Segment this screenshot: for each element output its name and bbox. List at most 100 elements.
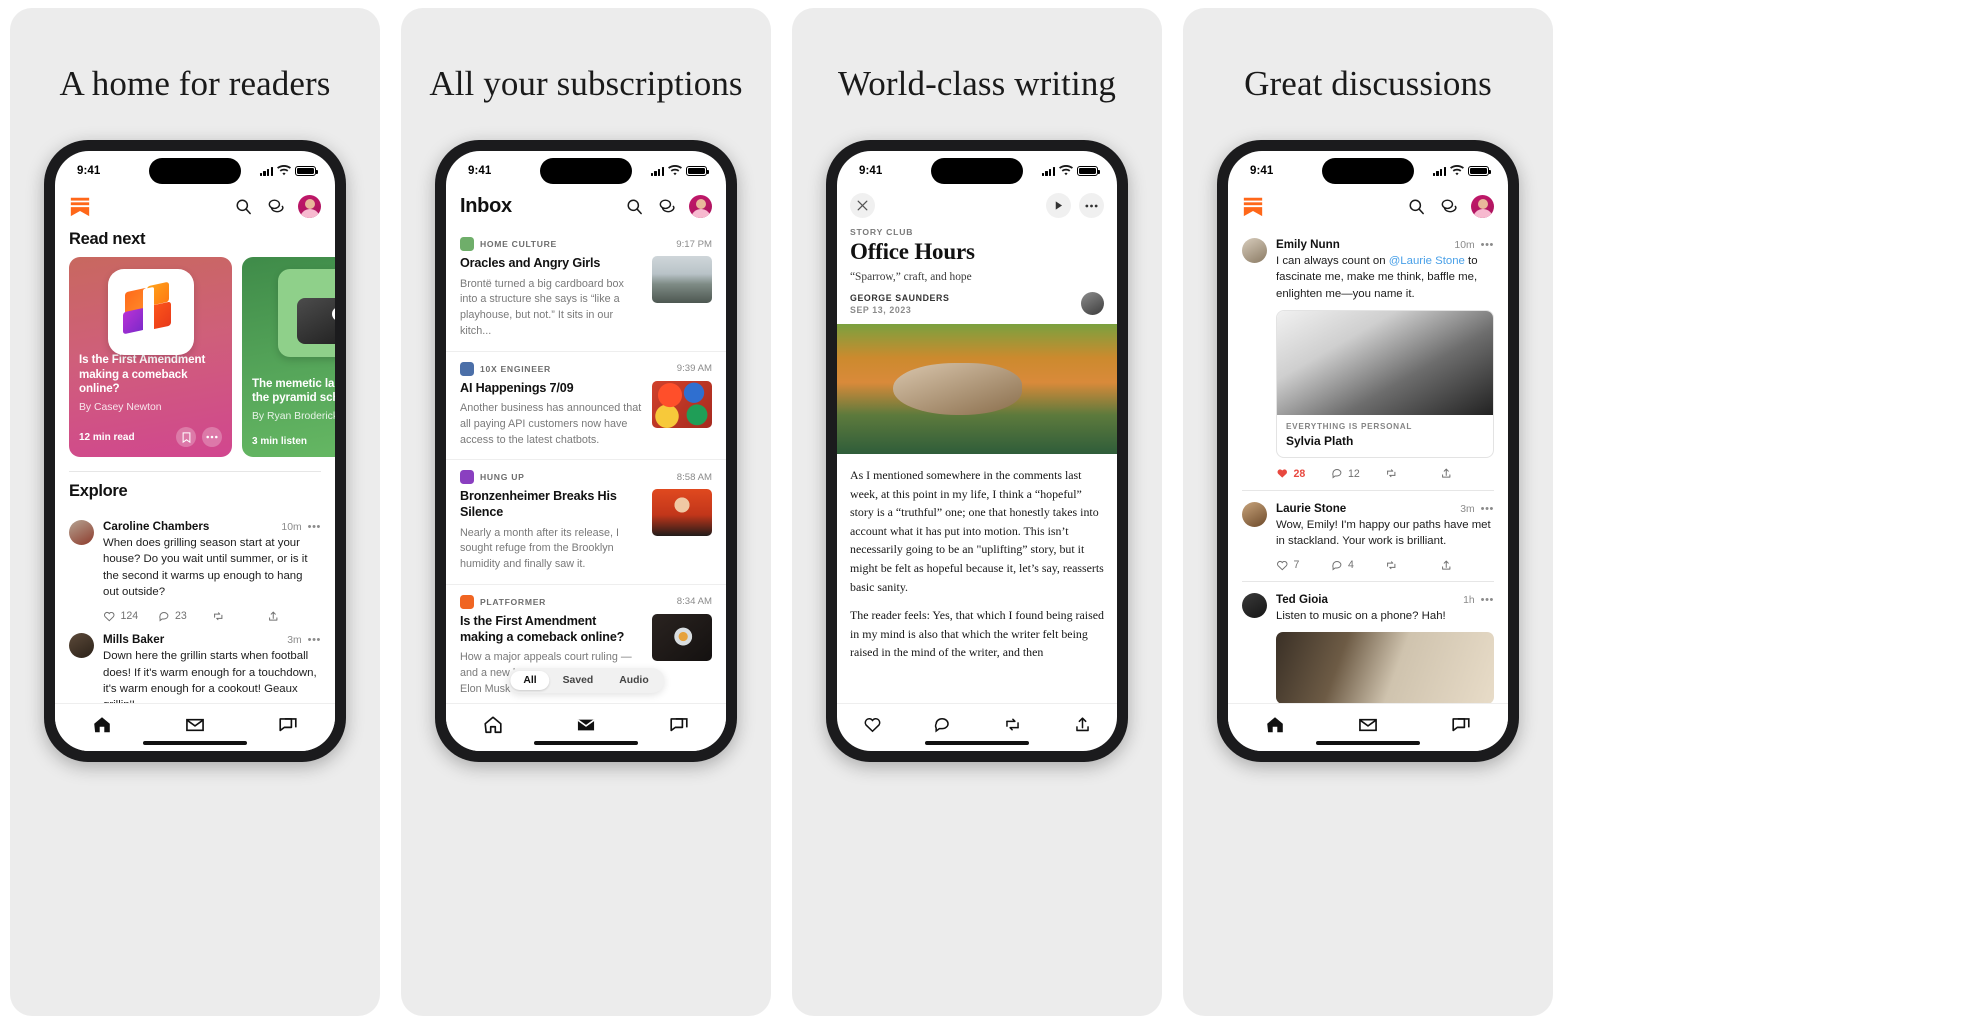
- comment-action[interactable]: 23: [158, 610, 213, 623]
- card-byline: By Casey Newton: [79, 402, 162, 413]
- search-icon[interactable]: [625, 197, 644, 216]
- notes-icon[interactable]: [266, 197, 285, 216]
- note-image[interactable]: [1276, 631, 1494, 703]
- home-indicator: [143, 741, 247, 745]
- article-card[interactable]: Is the First Amendment making a comeback…: [69, 257, 232, 457]
- cellular-signal-icon: [1432, 166, 1446, 176]
- battery-icon: [295, 165, 318, 177]
- segment-saved[interactable]: Saved: [550, 671, 607, 690]
- inbox-icon[interactable]: [184, 714, 206, 736]
- card-title: Is the First Amendment making a comeback…: [79, 353, 206, 396]
- phone-screen: 9:41 Read next Is the First Amendment ma…: [55, 151, 335, 751]
- note-text: Listen to music on a phone? Hah!: [1276, 610, 1446, 623]
- wifi-icon: [668, 165, 682, 176]
- mention-link[interactable]: @Laurie Stone: [1389, 255, 1465, 267]
- more-icon[interactable]: •••: [1481, 239, 1494, 251]
- like-action[interactable]: 7: [1276, 559, 1331, 572]
- comment-action[interactable]: 4: [1331, 559, 1386, 572]
- post-excerpt: Brontë turned a big cardboard box into a…: [460, 277, 624, 337]
- note-item[interactable]: Caroline Chambers 10m ••• When does gril…: [55, 509, 335, 622]
- note-item[interactable]: Ted Gioia 1h ••• Listen to music on a ph…: [1228, 582, 1508, 703]
- heart-icon: [104, 611, 115, 622]
- comment-action[interactable]: 12: [1331, 467, 1386, 480]
- inbox-list[interactable]: HOME CULTURE 9:17 PM Oracles and Angry G…: [446, 227, 726, 703]
- home-icon[interactable]: [91, 714, 113, 736]
- home-icon[interactable]: [482, 714, 504, 736]
- more-icon[interactable]: •••: [308, 521, 321, 533]
- inbox-item[interactable]: HOME CULTURE 9:17 PM Oracles and Angry G…: [446, 227, 726, 352]
- more-icon[interactable]: •••: [1481, 594, 1494, 606]
- inbox-icon[interactable]: [1357, 714, 1379, 736]
- segmented-control[interactable]: All Saved Audio: [507, 668, 665, 693]
- chat-icon[interactable]: [668, 714, 690, 736]
- screenshot-gallery: A home for readers 9:41 Read next Is the…: [0, 0, 1988, 1034]
- restack-icon[interactable]: [1003, 715, 1022, 734]
- more-icon: [206, 435, 218, 439]
- note-text: I can always count on @Laurie Stone to f…: [1276, 253, 1494, 302]
- restack-action[interactable]: [212, 610, 267, 623]
- post-title: Is the First Amendment making a comeback…: [460, 613, 625, 644]
- restack-action[interactable]: [1385, 467, 1440, 480]
- notch: [149, 158, 241, 184]
- chat-icon[interactable]: [277, 714, 299, 736]
- post-excerpt: Another business has announced that all …: [460, 402, 642, 446]
- chat-icon[interactable]: [1450, 714, 1472, 736]
- publication-logo: [460, 237, 474, 251]
- share-action[interactable]: [1440, 559, 1495, 572]
- home-icon[interactable]: [1264, 714, 1286, 736]
- read-next-carousel[interactable]: Is the First Amendment making a comeback…: [55, 257, 335, 457]
- search-icon[interactable]: [1407, 197, 1426, 216]
- bookmark-button[interactable]: [176, 427, 196, 447]
- like-icon[interactable]: [863, 715, 882, 734]
- more-icon[interactable]: •••: [308, 634, 321, 646]
- quoted-post-title: Sylvia Plath: [1286, 434, 1354, 449]
- segment-all[interactable]: All: [510, 671, 550, 690]
- inbox-item[interactable]: 10X ENGINEER 9:39 AM AI Happenings 7/09 …: [446, 352, 726, 461]
- profile-avatar[interactable]: [689, 194, 712, 218]
- notes-icon[interactable]: [657, 197, 676, 216]
- post-title: Bronzenheimer Breaks His Silence: [460, 489, 617, 520]
- author-avatar[interactable]: [1081, 292, 1104, 316]
- article-card[interactable]: The memetic language of the pyramid sche…: [242, 257, 335, 457]
- comment-icon[interactable]: [933, 715, 952, 734]
- inbox-icon[interactable]: [575, 714, 597, 736]
- close-button[interactable]: [850, 193, 875, 218]
- profile-avatar[interactable]: [1471, 194, 1494, 218]
- inbox-item[interactable]: HUNG UP 8:58 AM Bronzenheimer Breaks His…: [446, 460, 726, 585]
- more-button[interactable]: [1079, 193, 1104, 218]
- more-button[interactable]: [202, 427, 222, 447]
- substack-bookmark-logo[interactable]: [1242, 195, 1264, 217]
- share-action[interactable]: [267, 610, 322, 623]
- like-action[interactable]: 124: [103, 610, 158, 623]
- restack-action[interactable]: [1385, 559, 1440, 572]
- like-action[interactable]: 28: [1276, 467, 1331, 480]
- note-item[interactable]: Emily Nunn 10m ••• I can always count on…: [1228, 227, 1508, 480]
- notes-icon[interactable]: [1439, 197, 1458, 216]
- post-excerpt: Nearly a month after its release, I soug…: [460, 526, 620, 571]
- quoted-post-card[interactable]: EVERYTHING IS PERSONAL Sylvia Plath: [1276, 310, 1494, 459]
- note-item[interactable]: Laurie Stone 3m ••• Wow, Emily! I'm happ…: [1228, 491, 1508, 571]
- panel-great-discussions: Great discussions 9:41 Emily Nunn 10m ••…: [1183, 8, 1553, 1016]
- avatar: [1242, 238, 1267, 263]
- note-author: Ted Gioia: [1276, 593, 1328, 607]
- more-icon[interactable]: •••: [1481, 503, 1494, 515]
- phone-screen: 9:41: [1228, 151, 1508, 751]
- article-body[interactable]: As I mentioned somewhere in the comments…: [837, 454, 1117, 703]
- substack-bookmark-logo[interactable]: [69, 195, 91, 217]
- note-item[interactable]: Mills Baker 3m ••• Down here the grillin…: [55, 622, 335, 703]
- share-action[interactable]: [1440, 467, 1495, 480]
- panel-title: All your subscriptions: [429, 64, 743, 103]
- share-icon[interactable]: [1073, 715, 1092, 734]
- home-feed[interactable]: Read next Is the First Amendment making …: [55, 227, 335, 703]
- section-explore: Explore: [69, 482, 128, 500]
- post-thumbnail: [652, 613, 712, 661]
- play-button[interactable]: [1046, 193, 1071, 218]
- discussion-feed[interactable]: Emily Nunn 10m ••• I can always count on…: [1228, 227, 1508, 703]
- phone-screen: 9:41: [837, 151, 1117, 751]
- post-title: AI Happenings 7/09: [460, 380, 574, 395]
- segment-audio[interactable]: Audio: [606, 671, 661, 690]
- search-icon[interactable]: [234, 197, 253, 216]
- notch: [931, 158, 1023, 184]
- profile-avatar[interactable]: [298, 194, 321, 218]
- cellular-signal-icon: [259, 166, 273, 176]
